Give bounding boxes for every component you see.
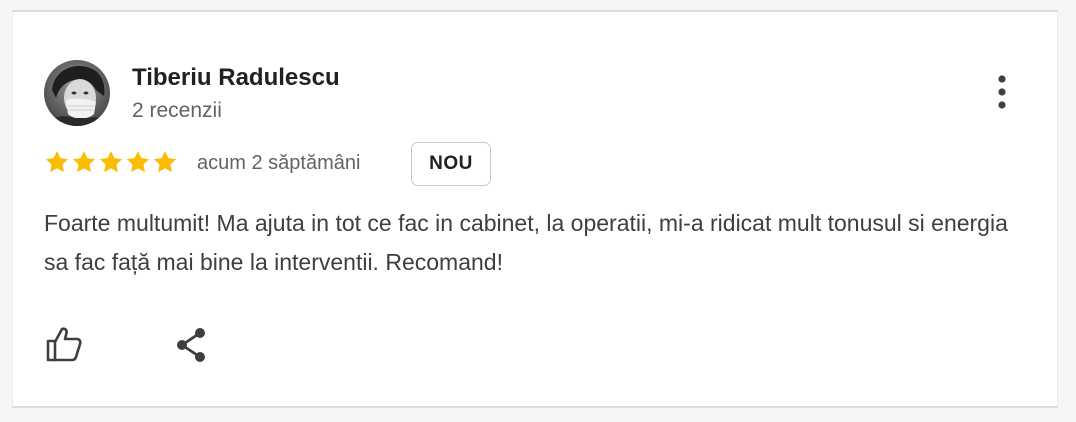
star-icon bbox=[153, 150, 177, 173]
review-count[interactable]: 2 recenzii bbox=[132, 99, 222, 123]
share-icon bbox=[177, 328, 205, 362]
review-time: acum 2 săptămâni bbox=[197, 152, 361, 174]
star-icon bbox=[45, 150, 69, 173]
author-name[interactable]: Tiberiu Radulescu bbox=[132, 64, 340, 92]
star-icon bbox=[126, 150, 150, 173]
star-rating bbox=[44, 149, 178, 175]
thumbs-up-icon bbox=[46, 327, 82, 362]
share-button[interactable] bbox=[173, 326, 209, 364]
new-badge: NOU bbox=[411, 142, 491, 186]
avatar[interactable] bbox=[44, 60, 110, 126]
review-card: Tiberiu Radulescu 2 recenzii acum 2 săpt… bbox=[12, 10, 1058, 408]
star-icon bbox=[72, 150, 96, 173]
more-vertical-icon bbox=[998, 75, 1006, 109]
more-options-button[interactable] bbox=[988, 72, 1016, 112]
like-button[interactable] bbox=[44, 324, 84, 364]
avatar-photo bbox=[44, 60, 110, 126]
review-text: Foarte multumit! Ma ajuta in tot ce fac … bbox=[44, 210, 1008, 275]
star-icon bbox=[99, 150, 123, 173]
